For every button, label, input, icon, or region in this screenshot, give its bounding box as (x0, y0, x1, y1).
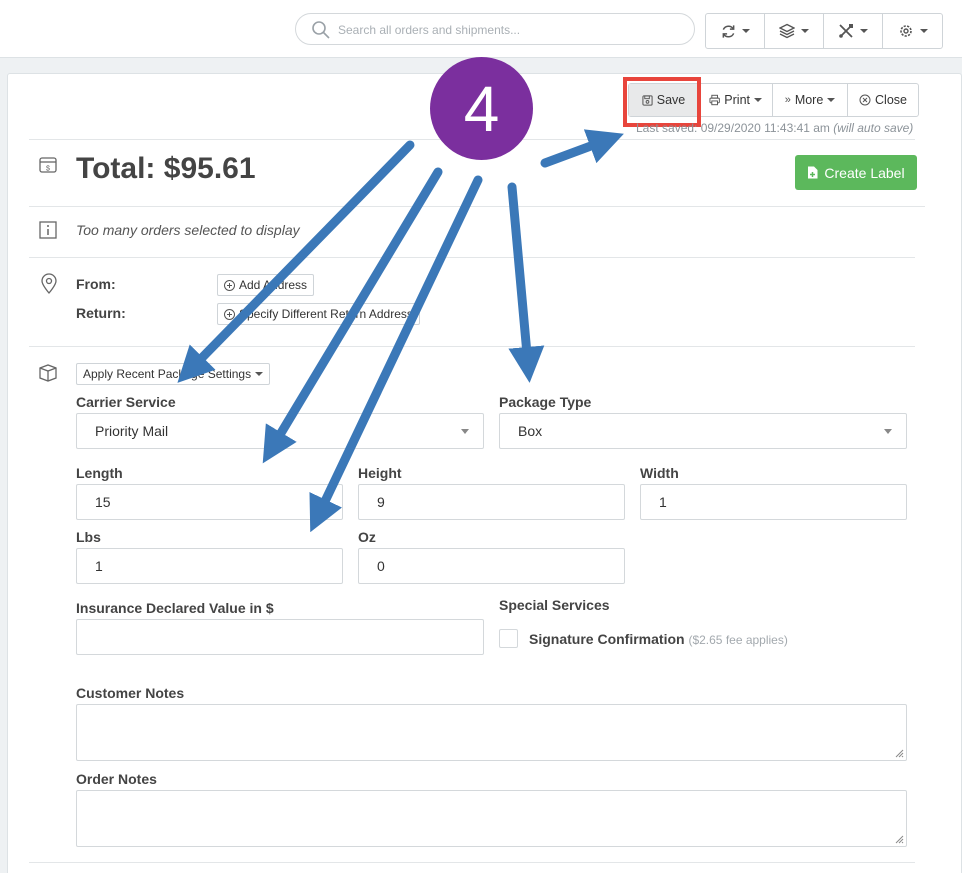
add-address-label: Add Address (239, 278, 308, 292)
file-plus-icon (808, 166, 818, 179)
package-type-label: Package Type (499, 394, 592, 410)
oz-input[interactable] (358, 548, 625, 584)
chevron-down-icon (255, 372, 264, 376)
auto-save-hint: (will auto save) (833, 121, 914, 135)
top-bar (0, 0, 962, 58)
special-services-label: Special Services (499, 597, 610, 613)
close-circle-icon (859, 94, 871, 106)
order-total: Total: $95.61 (76, 152, 256, 185)
lbs-label: Lbs (76, 529, 101, 545)
customer-notes-textarea[interactable] (76, 704, 907, 761)
close-button-label: Close (875, 93, 907, 107)
double-chevron-right-icon: » (784, 94, 791, 106)
signature-confirmation-text: Signature Confirmation (529, 631, 685, 647)
package-type-value: Box (518, 423, 543, 439)
divider (29, 206, 925, 207)
package-type-select[interactable]: Box (499, 413, 907, 449)
chevron-down-icon (741, 29, 750, 33)
lbs-input[interactable] (76, 548, 343, 584)
divider (29, 862, 915, 863)
divider (29, 346, 915, 347)
order-notes-textarea[interactable] (76, 790, 907, 847)
chevron-down-icon (860, 29, 868, 33)
print-dropdown-button[interactable]: Print (699, 84, 773, 116)
specify-return-address-button[interactable]: Specify Different Return Address (217, 303, 420, 325)
settings-dropdown-button[interactable] (883, 14, 942, 48)
close-button[interactable]: Close (848, 84, 918, 116)
print-button-label: Print (724, 93, 750, 107)
gear-icon (899, 25, 912, 37)
insurance-label: Insurance Declared Value in $ (76, 600, 274, 616)
resize-grip-icon[interactable] (894, 834, 904, 844)
plus-circle-icon (224, 279, 235, 291)
signature-confirmation-label: Signature Confirmation ($2.65 fee applie… (529, 631, 788, 647)
sync-dropdown-button[interactable] (706, 14, 765, 48)
apply-recent-package-settings-dropdown[interactable]: Apply Recent Package Settings (76, 363, 271, 385)
chevron-down-icon (919, 29, 928, 33)
plus-circle-icon (224, 308, 235, 320)
length-label: Length (76, 465, 123, 481)
search-input[interactable] (338, 20, 678, 40)
tools-icon (839, 24, 853, 38)
svg-text:$: $ (46, 166, 50, 173)
step-number-badge: 4 (430, 57, 533, 160)
from-label: From: (76, 276, 116, 292)
apply-recent-label: Apply Recent Package Settings (83, 367, 252, 381)
return-label: Return: (76, 305, 126, 321)
create-label-text: Create Label (824, 164, 905, 181)
printer-icon (709, 94, 720, 106)
layers-dropdown-button[interactable] (765, 14, 824, 48)
chevron-down-icon (827, 98, 836, 102)
height-input[interactable] (358, 484, 625, 520)
chevron-down-icon (461, 429, 469, 434)
customer-notes-label: Customer Notes (76, 685, 185, 701)
search-box[interactable] (295, 13, 695, 45)
price-tag-box-icon: $ (39, 157, 57, 173)
tools-dropdown-button[interactable] (824, 14, 883, 48)
oz-label: Oz (358, 529, 376, 545)
search-icon (312, 21, 330, 39)
width-label: Width (640, 465, 679, 481)
sync-icon (722, 24, 734, 38)
carrier-service-value: Priority Mail (95, 423, 169, 439)
layers-icon (779, 23, 795, 39)
more-dropdown-button[interactable]: » More (773, 84, 848, 116)
signature-confirmation-checkbox[interactable] (499, 629, 518, 648)
more-button-label: More (794, 93, 824, 107)
last-saved-text: Last saved: 09/29/2020 11:43:41 am (636, 121, 830, 135)
divider (29, 257, 915, 258)
info-icon (39, 221, 57, 239)
carrier-service-select[interactable]: Priority Mail (76, 413, 484, 449)
info-message: Too many orders selected to display (76, 222, 300, 238)
width-input[interactable] (640, 484, 907, 520)
package-box-icon (39, 364, 57, 382)
length-input[interactable] (76, 484, 343, 520)
chevron-down-icon (884, 429, 892, 434)
create-label-button[interactable]: Create Label (795, 155, 917, 190)
carrier-service-label: Carrier Service (76, 394, 176, 410)
height-label: Height (358, 465, 402, 481)
map-pin-icon (41, 273, 57, 294)
order-notes-label: Order Notes (76, 771, 157, 787)
resize-grip-icon[interactable] (894, 748, 904, 758)
signature-fee-text: ($2.65 fee applies) (688, 633, 788, 647)
specify-return-address-label: Specify Different Return Address (239, 307, 413, 321)
save-highlight-box (623, 77, 701, 127)
toolbar-button-group (705, 13, 943, 49)
chevron-down-icon (754, 98, 762, 102)
add-address-button[interactable]: Add Address (217, 274, 315, 296)
last-saved-status: Last saved: 09/29/2020 11:43:41 am (will… (636, 121, 913, 135)
insurance-value-input[interactable] (76, 619, 484, 655)
chevron-down-icon (801, 29, 809, 33)
